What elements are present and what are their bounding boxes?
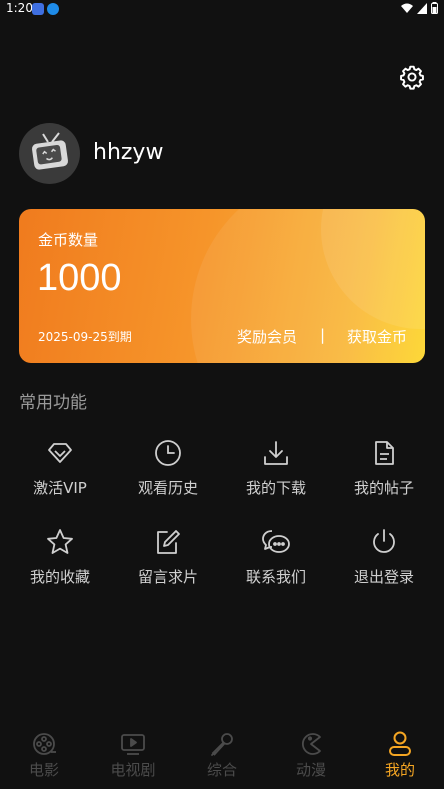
nav-label: 电视剧 bbox=[110, 761, 156, 779]
tv-mascot-icon bbox=[32, 132, 68, 170]
activate-vip-button[interactable]: 激活VIP bbox=[6, 430, 114, 504]
pacman-icon bbox=[301, 733, 321, 755]
username: hhzyw bbox=[93, 140, 164, 165]
status-time: 1:20 bbox=[6, 1, 33, 15]
app-notification-icon bbox=[32, 3, 44, 15]
chat-icon bbox=[262, 530, 290, 553]
coin-expire-date: 2025-09-25到期 bbox=[38, 330, 132, 344]
power-icon bbox=[373, 529, 395, 553]
nav-tv-series[interactable]: 电视剧 bbox=[89, 724, 177, 789]
function-label: 联系我们 bbox=[245, 568, 306, 586]
battery-icon bbox=[431, 2, 438, 14]
star-icon bbox=[47, 529, 73, 554]
function-label: 我的收藏 bbox=[29, 568, 90, 586]
my-favorites-button[interactable]: 我的收藏 bbox=[6, 519, 114, 593]
request-movie-button[interactable]: 留言求片 bbox=[114, 519, 222, 593]
film-reel-icon bbox=[33, 733, 56, 755]
nav-label: 动漫 bbox=[295, 761, 326, 779]
nav-movies[interactable]: 电影 bbox=[0, 724, 88, 789]
nav-mine[interactable]: 我的 bbox=[356, 724, 444, 789]
logout-button[interactable]: 退出登录 bbox=[330, 519, 438, 593]
diamond-icon bbox=[48, 443, 72, 463]
nav-label: 电影 bbox=[28, 761, 59, 779]
status-bar: 1:20 bbox=[0, 0, 444, 18]
function-label: 激活VIP bbox=[33, 479, 87, 497]
function-label: 观看历史 bbox=[137, 479, 198, 497]
get-coins-link[interactable]: 获取金币 bbox=[347, 326, 407, 347]
document-icon bbox=[375, 441, 394, 465]
function-label: 我的帖子 bbox=[353, 479, 414, 497]
card-separator: | bbox=[320, 326, 326, 344]
avatar[interactable] bbox=[19, 123, 80, 184]
nav-variety[interactable]: 综合 bbox=[178, 724, 266, 789]
bottom-nav: 电影 电视剧 综合 动漫 我的 bbox=[0, 724, 444, 789]
reward-member-link[interactable]: 奖励会员 bbox=[237, 326, 297, 347]
function-label: 退出登录 bbox=[353, 568, 414, 586]
function-label: 留言求片 bbox=[137, 568, 198, 586]
download-icon bbox=[264, 441, 288, 465]
coin-card: 金币数量 1000 2025-09-25到期 奖励会员 | 获取金币 bbox=[19, 209, 425, 363]
coin-label: 金币数量 bbox=[38, 231, 99, 249]
nav-anime[interactable]: 动漫 bbox=[267, 724, 355, 789]
tv-play-icon bbox=[121, 734, 145, 755]
settings-button[interactable] bbox=[399, 64, 425, 90]
user-icon bbox=[389, 731, 411, 756]
contact-us-button[interactable]: 联系我们 bbox=[222, 519, 330, 593]
my-posts-button[interactable]: 我的帖子 bbox=[330, 430, 438, 504]
gear-icon bbox=[400, 65, 424, 90]
wifi-icon bbox=[401, 3, 413, 13]
function-label: 我的下载 bbox=[245, 479, 306, 497]
section-title: 常用功能 bbox=[19, 393, 87, 413]
microphone-icon bbox=[211, 733, 233, 756]
download-notification-icon bbox=[47, 3, 59, 15]
clock-icon bbox=[155, 440, 181, 466]
nav-label: 我的 bbox=[384, 761, 415, 779]
signal-icon bbox=[417, 2, 427, 14]
edit-icon bbox=[157, 530, 180, 554]
coin-amount: 1000 bbox=[37, 257, 122, 299]
nav-label: 综合 bbox=[206, 761, 237, 779]
my-downloads-button[interactable]: 我的下载 bbox=[222, 430, 330, 504]
watch-history-button[interactable]: 观看历史 bbox=[114, 430, 222, 504]
status-indicators bbox=[401, 2, 438, 14]
